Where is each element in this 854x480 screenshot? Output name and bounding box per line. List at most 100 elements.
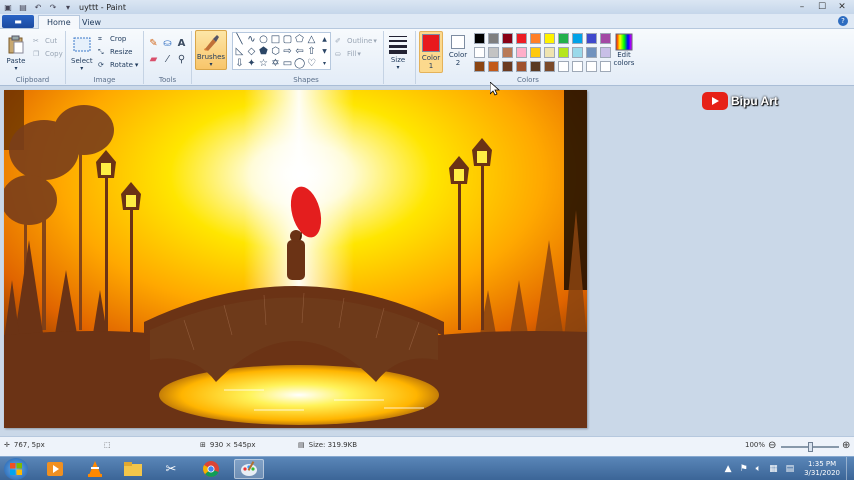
- palette-swatch[interactable]: [530, 61, 541, 72]
- rotate-button[interactable]: ⟳ Rotate ▾: [98, 59, 138, 71]
- line-shape-icon[interactable]: ╲: [234, 34, 245, 45]
- polygon-shape-icon[interactable]: ⬠: [294, 34, 305, 45]
- maximize-icon[interactable]: ☐: [812, 1, 832, 13]
- snipping-tool-icon[interactable]: ✂: [156, 459, 186, 479]
- palette-swatch[interactable]: [488, 61, 499, 72]
- five-point-star-shape-icon[interactable]: ☆: [258, 58, 269, 69]
- palette-swatch[interactable]: [544, 61, 555, 72]
- tab-view[interactable]: View: [74, 15, 109, 29]
- fill-bucket-icon[interactable]: ⛀: [161, 37, 174, 50]
- select-button[interactable]: Select ▾: [71, 35, 93, 72]
- paint-icon[interactable]: [234, 459, 264, 479]
- file-explorer-icon[interactable]: [118, 459, 148, 479]
- undo-icon[interactable]: ↶: [33, 2, 43, 12]
- file-menu-button[interactable]: ▬: [2, 15, 34, 28]
- palette-swatch[interactable]: [558, 47, 569, 58]
- palette-swatch[interactable]: [488, 47, 499, 58]
- color-picker-icon[interactable]: ⁄: [161, 53, 174, 66]
- chrome-icon[interactable]: [196, 459, 226, 479]
- palette-swatch[interactable]: [502, 61, 513, 72]
- help-icon[interactable]: ?: [838, 16, 848, 26]
- shapes-more-icon[interactable]: ▾: [319, 58, 330, 69]
- text-tool-icon[interactable]: A: [175, 37, 188, 50]
- palette-swatch[interactable]: [558, 33, 569, 44]
- zoom-in-icon[interactable]: ⊕: [842, 440, 850, 451]
- paint-app-icon[interactable]: ▣: [3, 2, 13, 12]
- flag-icon[interactable]: ⚑: [740, 464, 748, 474]
- select-dropdown-icon[interactable]: ▾: [80, 65, 83, 72]
- oval-callout-shape-icon[interactable]: ◯: [294, 58, 305, 69]
- paste-button[interactable]: Paste ▾: [6, 35, 26, 72]
- vlc-icon[interactable]: [80, 459, 110, 479]
- shapes-scroll-down-icon[interactable]: ▼: [319, 46, 330, 57]
- copy-button[interactable]: ❐ Copy: [33, 48, 63, 60]
- heart-shape-icon[interactable]: ♡: [306, 58, 317, 69]
- palette-swatch[interactable]: [502, 47, 513, 58]
- palette-swatch[interactable]: [572, 47, 583, 58]
- diamond-shape-icon[interactable]: ◇: [246, 46, 257, 57]
- palette-swatch[interactable]: [600, 33, 611, 44]
- resize-button[interactable]: ⤡ Resize: [98, 46, 132, 58]
- palette-swatch[interactable]: [572, 61, 583, 72]
- size-button[interactable]: Size ▾: [388, 34, 408, 71]
- save-icon[interactable]: ▤: [18, 2, 28, 12]
- palette-swatch[interactable]: [600, 61, 611, 72]
- magnifier-icon[interactable]: ⚲: [175, 53, 188, 66]
- eraser-icon[interactable]: ▰: [147, 53, 160, 66]
- palette-swatch[interactable]: [586, 61, 597, 72]
- rectangle-shape-icon[interactable]: □: [270, 34, 281, 45]
- rotate-dropdown-icon[interactable]: ▾: [135, 61, 139, 69]
- color1-selector[interactable]: Color 1: [419, 31, 443, 73]
- action-center-icon[interactable]: ▤: [786, 464, 795, 474]
- curve-shape-icon[interactable]: ∿: [246, 34, 257, 45]
- minimize-icon[interactable]: –: [792, 1, 812, 13]
- palette-swatch[interactable]: [558, 61, 569, 72]
- volume-icon[interactable]: 🔈︎: [756, 464, 761, 474]
- brushes-dropdown-icon[interactable]: ▾: [209, 61, 212, 68]
- crop-button[interactable]: ⌗ Crop: [98, 33, 126, 45]
- down-arrow-shape-icon[interactable]: ⇩: [234, 58, 245, 69]
- palette-swatch[interactable]: [474, 47, 485, 58]
- triangle-shape-icon[interactable]: △: [306, 34, 317, 45]
- cut-button[interactable]: ✂ Cut: [33, 35, 57, 47]
- brushes-button[interactable]: Brushes ▾: [195, 30, 227, 70]
- palette-swatch[interactable]: [530, 33, 541, 44]
- pentagon-shape-icon[interactable]: ⬟: [258, 46, 269, 57]
- media-player-icon[interactable]: [40, 459, 70, 479]
- palette-swatch[interactable]: [586, 47, 597, 58]
- close-icon[interactable]: ✕: [832, 1, 852, 13]
- palette-swatch[interactable]: [474, 61, 485, 72]
- palette-swatch[interactable]: [516, 61, 527, 72]
- zoom-slider-knob[interactable]: [808, 442, 813, 452]
- network-icon[interactable]: ▦: [769, 464, 778, 474]
- palette-swatch[interactable]: [544, 33, 555, 44]
- drawing-canvas[interactable]: [4, 90, 587, 428]
- up-arrow-shape-icon[interactable]: ⇧: [306, 46, 317, 57]
- palette-swatch[interactable]: [516, 47, 527, 58]
- palette-swatch[interactable]: [474, 33, 485, 44]
- palette-swatch[interactable]: [530, 47, 541, 58]
- six-point-star-shape-icon[interactable]: ✡: [270, 58, 281, 69]
- palette-swatch[interactable]: [600, 47, 611, 58]
- palette-swatch[interactable]: [572, 33, 583, 44]
- palette-swatch[interactable]: [544, 47, 555, 58]
- edit-colors-button[interactable]: Edit colors: [613, 33, 635, 67]
- fill-button[interactable]: ⛀ Fill ▾: [335, 48, 361, 60]
- palette-swatch[interactable]: [502, 33, 513, 44]
- four-point-star-shape-icon[interactable]: ✦: [246, 58, 257, 69]
- hexagon-shape-icon[interactable]: ⬡: [270, 46, 281, 57]
- redo-icon[interactable]: ↷: [48, 2, 58, 12]
- show-hidden-icons-icon[interactable]: ▲: [725, 464, 732, 474]
- oval-shape-icon[interactable]: ○: [258, 34, 269, 45]
- right-arrow-shape-icon[interactable]: ⇨: [282, 46, 293, 57]
- right-triangle-shape-icon[interactable]: ◺: [234, 46, 245, 57]
- outline-button[interactable]: ✐ Outline ▾: [335, 35, 377, 47]
- pencil-icon[interactable]: ✎: [147, 37, 160, 50]
- zoom-out-icon[interactable]: ⊖: [768, 440, 776, 451]
- start-button[interactable]: [4, 458, 28, 480]
- paste-dropdown-icon[interactable]: ▾: [14, 65, 17, 72]
- color2-selector[interactable]: Color 2: [446, 31, 470, 73]
- palette-swatch[interactable]: [586, 33, 597, 44]
- clock[interactable]: 1:35 PM 3/31/2020: [804, 460, 840, 478]
- left-arrow-shape-icon[interactable]: ⇦: [294, 46, 305, 57]
